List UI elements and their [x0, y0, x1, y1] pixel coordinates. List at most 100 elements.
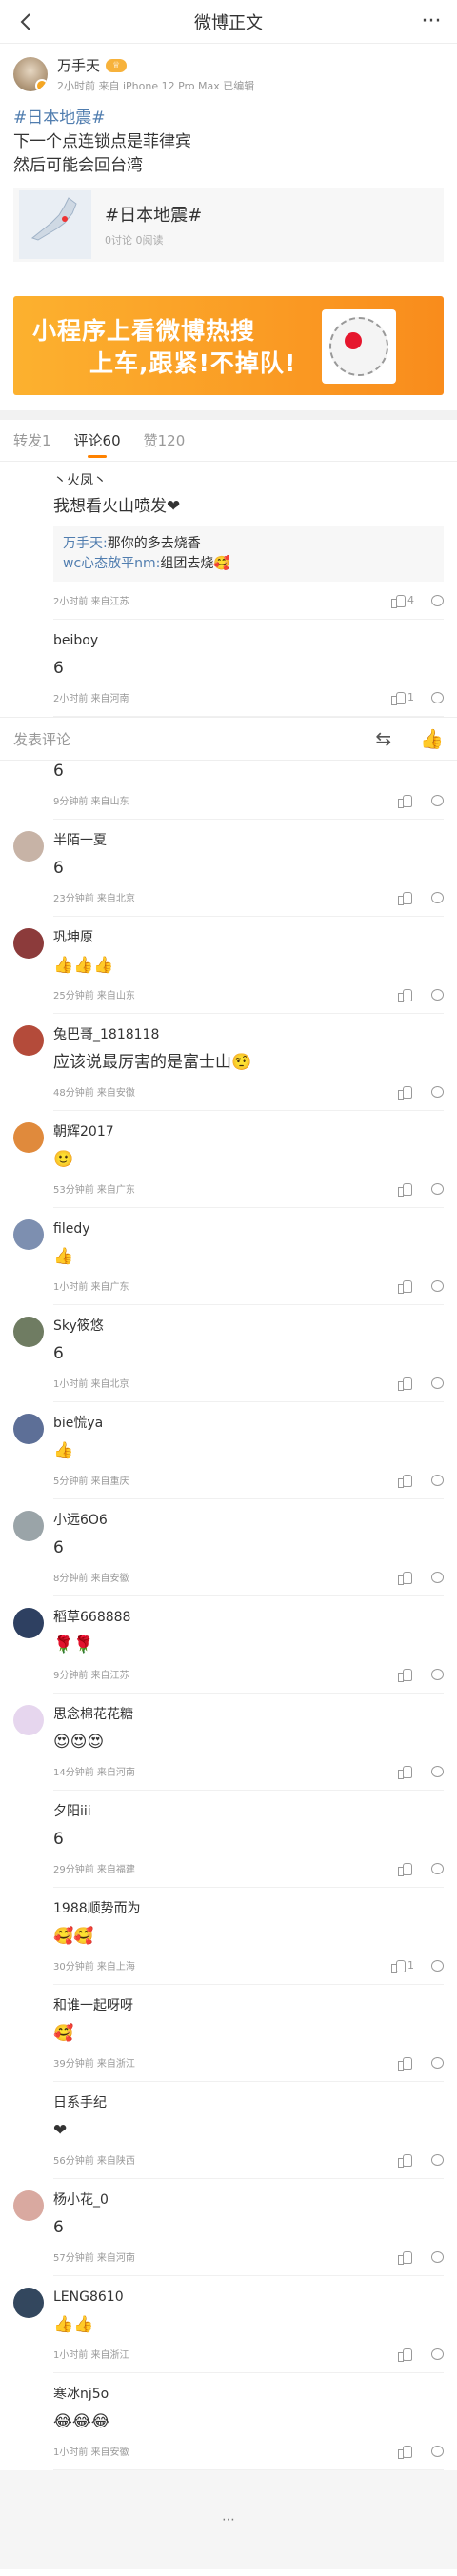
commenter-name[interactable]: 夕阳iii [53, 1802, 444, 1821]
comment-bubble-icon[interactable] [431, 1959, 444, 1972]
commenter-name[interactable]: 半陌一夏 [53, 831, 444, 850]
commenter-avatar[interactable] [13, 2190, 44, 2221]
commenter-name[interactable]: 朝辉2017 [53, 1122, 444, 1141]
commenter-avatar[interactable] [13, 1705, 44, 1735]
comment-bubble-icon[interactable] [431, 891, 444, 903]
comment-item: 和谁一起呀呀 🥰 39分钟前 来自浙江 [0, 1985, 457, 2082]
commenter-name[interactable]: 杨小花_0 [53, 2190, 444, 2209]
comment-body: 日系手纪 ❤ 56分钟前 来自陕西 [53, 2093, 444, 2179]
like-button[interactable]: 1 [391, 1959, 414, 1973]
like-button[interactable] [398, 1377, 414, 1391]
commenter-avatar[interactable] [13, 1608, 44, 1638]
like-button[interactable] [398, 2348, 414, 2362]
topic-card[interactable]: #日本地震# 0讨论 0阅读 [13, 188, 444, 262]
comment-bubble-icon[interactable] [431, 1474, 444, 1486]
commenter-name[interactable]: 日系手纪 [53, 2093, 444, 2112]
like-button[interactable] [398, 2153, 414, 2168]
like-button[interactable] [398, 1279, 414, 1294]
like-button[interactable]: 1 [391, 691, 414, 705]
comment-bubble-icon[interactable] [431, 1377, 444, 1389]
commenter-avatar[interactable] [13, 1899, 44, 1930]
tab-likes[interactable]: 赞120 [144, 420, 186, 462]
comment-bubble-icon[interactable] [431, 1668, 444, 1680]
commenter-name[interactable]: bie慌ya [53, 1414, 444, 1433]
commenter-name[interactable]: 思念棉花花糖 [53, 1705, 444, 1724]
comment-bubble-icon[interactable] [431, 2153, 444, 2166]
commenter-avatar[interactable] [13, 1219, 44, 1250]
tab-reposts[interactable]: 转发1 [13, 420, 51, 462]
comment-bubble-icon[interactable] [431, 1765, 444, 1777]
commenter-name[interactable]: filedy [53, 1219, 444, 1238]
commenter-avatar[interactable] [13, 831, 44, 862]
like-button[interactable] [398, 2056, 414, 2071]
commenter-name[interactable]: 巩坤原 [53, 928, 444, 947]
comment-bubble-icon[interactable] [431, 1182, 444, 1195]
like-button[interactable] [398, 1668, 414, 1682]
thumbs-up-icon[interactable]: 👍 [420, 727, 444, 750]
thumbs-up-icon [398, 2348, 412, 2362]
more-options-button[interactable]: ··· [417, 8, 446, 36]
thumbs-up-icon [398, 1765, 412, 1779]
commenter-avatar[interactable] [13, 1122, 44, 1153]
like-button[interactable] [398, 1862, 414, 1876]
reply-user-2[interactable]: wc心态放平nm: [63, 556, 160, 571]
comment-bubble-icon[interactable] [431, 1862, 444, 1874]
commenter-avatar[interactable] [13, 1511, 44, 1541]
commenter-name[interactable]: 兔巴哥_1818118 [53, 1025, 444, 1044]
comment-bubble-icon[interactable] [431, 1279, 444, 1292]
commenter-avatar[interactable] [13, 1317, 44, 1347]
like-button[interactable] [398, 1474, 414, 1488]
topic-title: #日本地震# [105, 206, 203, 226]
comment-bubble-icon[interactable] [431, 794, 444, 806]
like-button[interactable] [398, 2250, 414, 2265]
commenter-avatar[interactable] [13, 1414, 44, 1444]
commenter-avatar[interactable] [13, 2093, 44, 2124]
commenter-name[interactable]: 寒冰nj5o [53, 2385, 444, 2404]
comment-bubble-icon[interactable] [431, 2445, 444, 2457]
like-button[interactable] [398, 1765, 414, 1779]
commenter-name[interactable]: LENG8610 [53, 2288, 444, 2307]
reply-preview[interactable]: 万手天:那你的多去烧香 wc心态放平nm:组团去烧🥰 [53, 526, 444, 582]
comment-bubble-icon[interactable] [431, 1085, 444, 1098]
commenter-name[interactable]: 丶火凤丶 [53, 471, 444, 490]
commenter-avatar[interactable] [13, 1025, 44, 1056]
like-button[interactable] [398, 1571, 414, 1585]
author-name[interactable]: 万手天 [57, 55, 100, 75]
commenter-avatar[interactable] [13, 2288, 44, 2318]
author-avatar[interactable] [13, 57, 48, 91]
commenter-name[interactable]: beiboy [53, 631, 444, 650]
commenter-avatar[interactable] [13, 631, 44, 662]
commenter-avatar[interactable] [13, 2385, 44, 2415]
like-button[interactable] [398, 1182, 414, 1197]
commenter-name[interactable]: 小远6O6 [53, 1511, 444, 1530]
like-button[interactable] [398, 2445, 414, 2459]
commenter-avatar[interactable] [13, 761, 44, 791]
like-button[interactable]: 4 [391, 594, 414, 608]
commenter-avatar[interactable] [13, 1802, 44, 1833]
comment-input[interactable]: 发表评论 [13, 729, 70, 749]
comment-bubble-icon[interactable] [431, 2056, 444, 2069]
mini-program-banner[interactable]: 小程序上看微博热搜 上车,跟紧!不掉队! [13, 296, 444, 395]
comment-bubble-icon[interactable] [431, 1571, 444, 1583]
post-hashtag[interactable]: #日本地震# [13, 107, 444, 130]
commenter-avatar[interactable] [13, 471, 44, 502]
comment-bubble-icon[interactable] [431, 691, 444, 703]
repost-icon[interactable]: ⇆ [375, 727, 391, 750]
commenter-name[interactable]: 1988顺势而为 [53, 1899, 444, 1918]
comment-bubble-icon[interactable] [431, 2348, 444, 2360]
comment-bubble-icon[interactable] [431, 988, 444, 1001]
like-button[interactable] [398, 988, 414, 1002]
reply-user[interactable]: 万手天: [63, 536, 108, 551]
comment-bubble-icon[interactable] [431, 2250, 444, 2263]
like-button[interactable] [398, 794, 414, 808]
like-button[interactable] [398, 1085, 414, 1100]
commenter-name[interactable]: 稻草668888 [53, 1608, 444, 1627]
commenter-avatar[interactable] [13, 928, 44, 959]
commenter-avatar[interactable] [13, 1996, 44, 2027]
commenter-name[interactable]: 和谁一起呀呀 [53, 1996, 444, 2015]
chevron-left-icon[interactable] [11, 8, 40, 36]
tab-comments[interactable]: 评论60 [74, 420, 121, 462]
like-button[interactable] [398, 891, 414, 905]
commenter-name[interactable]: Sky筱悠 [53, 1317, 444, 1336]
comment-bubble-icon[interactable] [431, 594, 444, 606]
